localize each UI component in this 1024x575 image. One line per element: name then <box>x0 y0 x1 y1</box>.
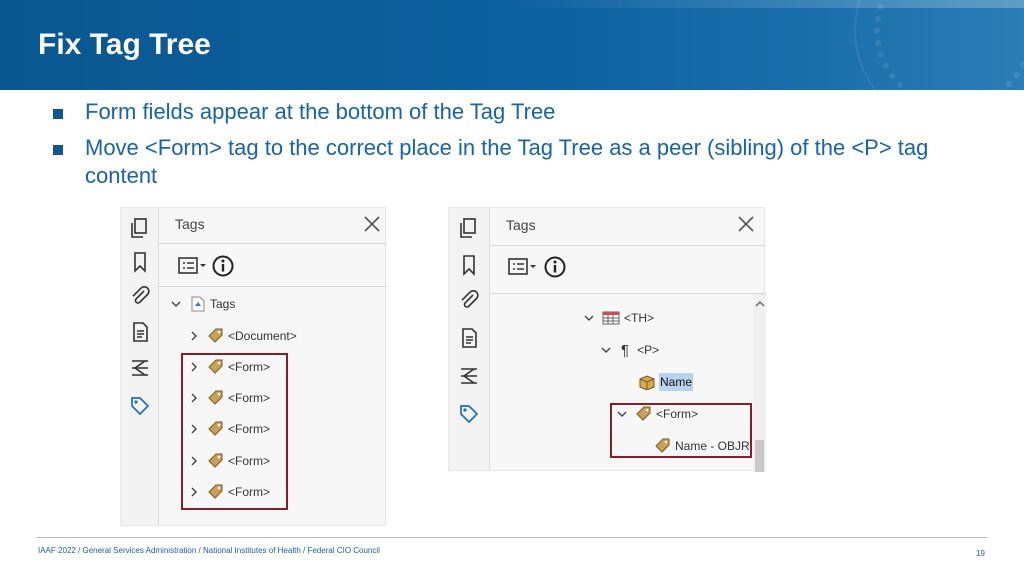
info-icon[interactable] <box>543 255 567 279</box>
seal-watermark-stars <box>874 0 1024 90</box>
tree-label: Tags <box>210 297 236 311</box>
info-icon[interactable] <box>211 254 235 278</box>
page-number: 19 <box>976 549 985 558</box>
attachment-icon[interactable] <box>128 284 152 308</box>
tree-label-selected: Name <box>659 373 694 391</box>
highlight-box <box>610 403 752 458</box>
tags-icon[interactable] <box>457 402 481 426</box>
close-icon[interactable] <box>363 215 381 233</box>
bullet-item: Move <Form> tag to the correct place in … <box>50 134 980 190</box>
highlight-box <box>181 353 288 510</box>
footer-text: IAAF 2022 / General Services Administrat… <box>38 546 380 555</box>
bookmark-icon[interactable] <box>128 250 152 274</box>
divider <box>490 245 766 246</box>
panel-title: Tags <box>175 216 205 232</box>
tree-row-th[interactable]: <TH> <box>584 308 654 328</box>
tree-label: <TH> <box>624 311 655 325</box>
order-icon[interactable] <box>128 356 152 380</box>
tree-row-document[interactable]: <Document> <box>189 326 297 346</box>
scroll-up-icon[interactable] <box>755 299 765 309</box>
tree-label: <P> <box>637 343 660 357</box>
options-menu-icon[interactable] <box>177 254 209 278</box>
header-banner: Fix Tag Tree <box>0 0 1024 90</box>
bookmark-icon[interactable] <box>457 253 481 277</box>
page-title: Fix Tag Tree <box>38 28 211 61</box>
paragraph-icon: ¶ <box>621 341 630 359</box>
content-icon[interactable] <box>128 320 152 344</box>
bullet-marker <box>53 109 63 119</box>
options-menu-icon[interactable] <box>507 255 539 279</box>
chevron-down-icon[interactable] <box>584 313 594 323</box>
chevron-down-icon[interactable] <box>601 345 611 355</box>
side-rail <box>449 208 490 470</box>
close-icon[interactable] <box>737 215 755 233</box>
scrollbar[interactable] <box>753 294 766 472</box>
divider <box>490 293 766 294</box>
table-header-icon <box>602 311 620 325</box>
side-rail <box>121 208 159 525</box>
order-icon[interactable] <box>457 364 481 388</box>
tree-row-name[interactable]: Name <box>638 372 694 392</box>
divider <box>159 286 387 287</box>
footer-divider <box>37 537 987 538</box>
tags-panel-right: Tags <TH> ¶ <P> Name <Form> Name - OBJR <box>448 207 766 472</box>
pages-icon[interactable] <box>457 216 481 240</box>
chevron-down-icon[interactable] <box>171 299 181 309</box>
bullet-text: Form fields appear at the bottom of the … <box>85 99 556 124</box>
pages-icon[interactable] <box>128 216 152 240</box>
scroll-thumb[interactable] <box>755 440 764 472</box>
tree-row-p[interactable]: ¶ <P> <box>601 340 659 360</box>
tags-icon[interactable] <box>128 394 152 418</box>
bullet-text: Move <Form> tag to the correct place in … <box>85 135 929 188</box>
tree-label: <Document> <box>228 329 297 343</box>
bullet-item: Form fields appear at the bottom of the … <box>50 98 980 126</box>
content-icon[interactable] <box>457 326 481 350</box>
panel-title: Tags <box>506 217 536 233</box>
tag-root-icon <box>191 296 205 312</box>
divider <box>159 243 387 244</box>
attachment-icon[interactable] <box>457 288 481 312</box>
tags-panel-left: Tags Tags <Document> <Form> <Form> <Form… <box>120 207 387 526</box>
tag-icon <box>208 328 223 343</box>
box-icon <box>639 375 655 390</box>
bullet-list: Form fields appear at the bottom of the … <box>50 98 980 198</box>
tree-root-row[interactable]: Tags <box>171 294 235 314</box>
chevron-right-icon[interactable] <box>189 331 199 341</box>
bullet-marker <box>53 145 63 155</box>
